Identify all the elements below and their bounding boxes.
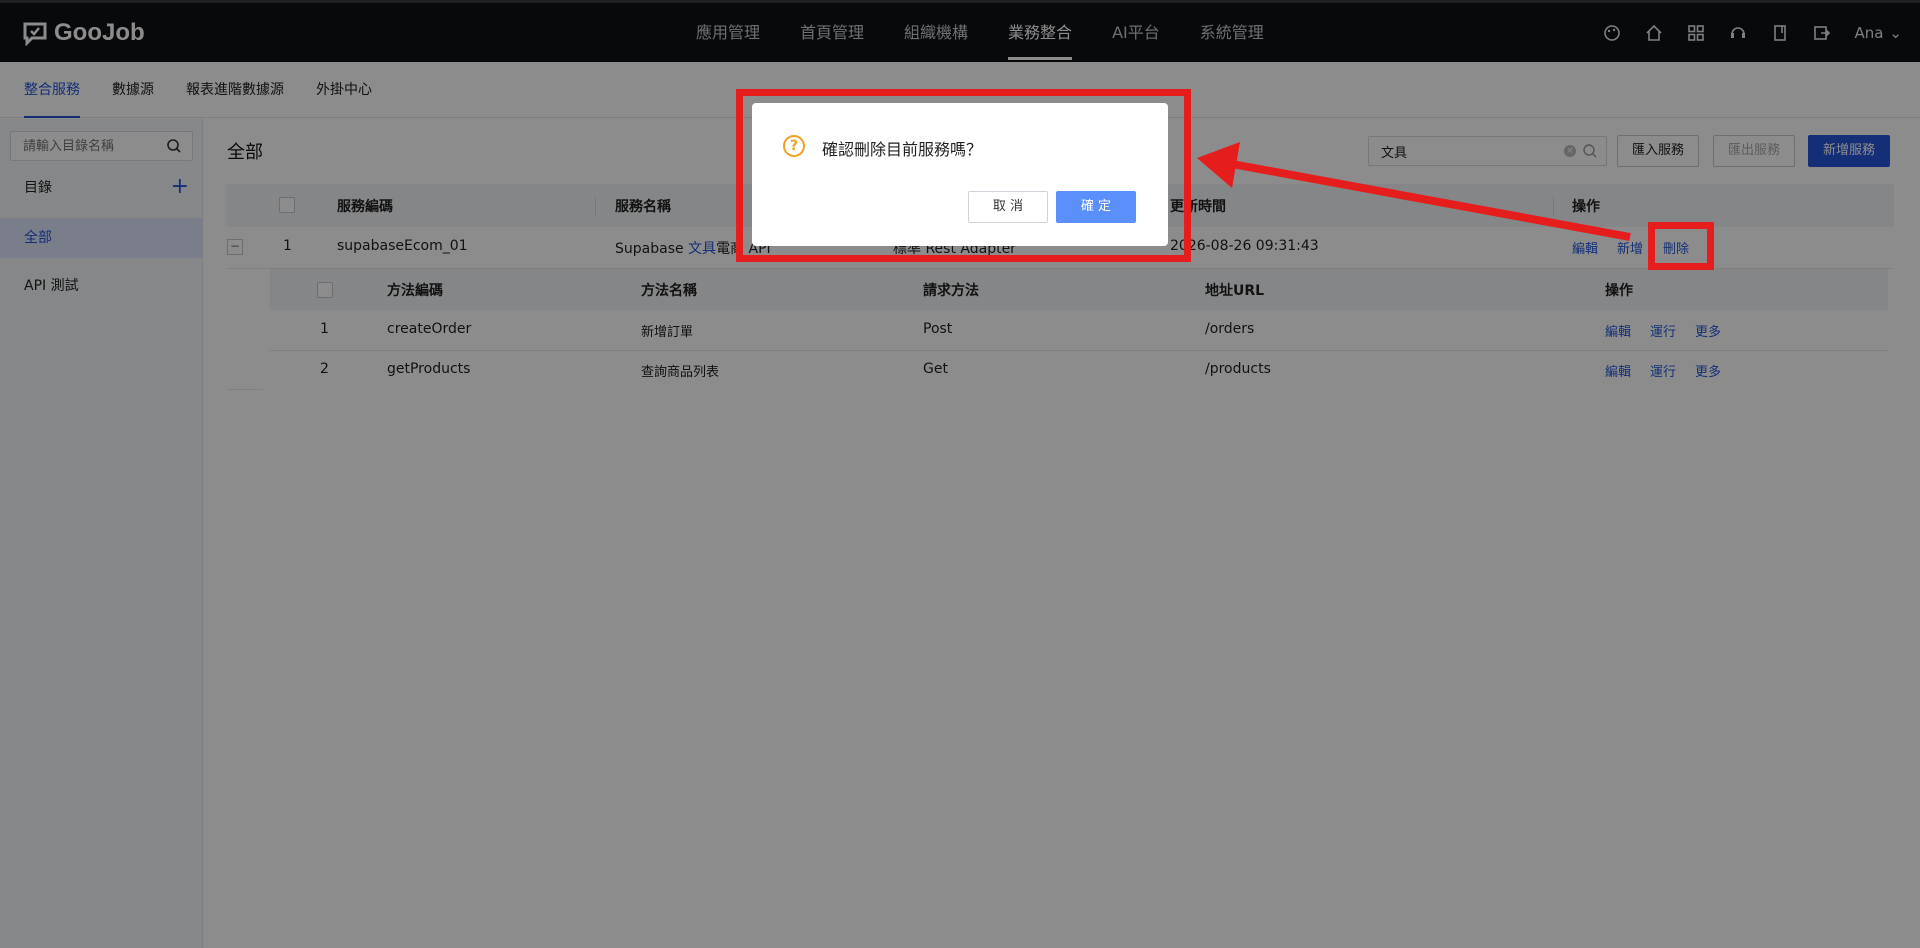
annotation-box-delete (1648, 222, 1714, 270)
annotation-box-dialog (736, 89, 1191, 262)
